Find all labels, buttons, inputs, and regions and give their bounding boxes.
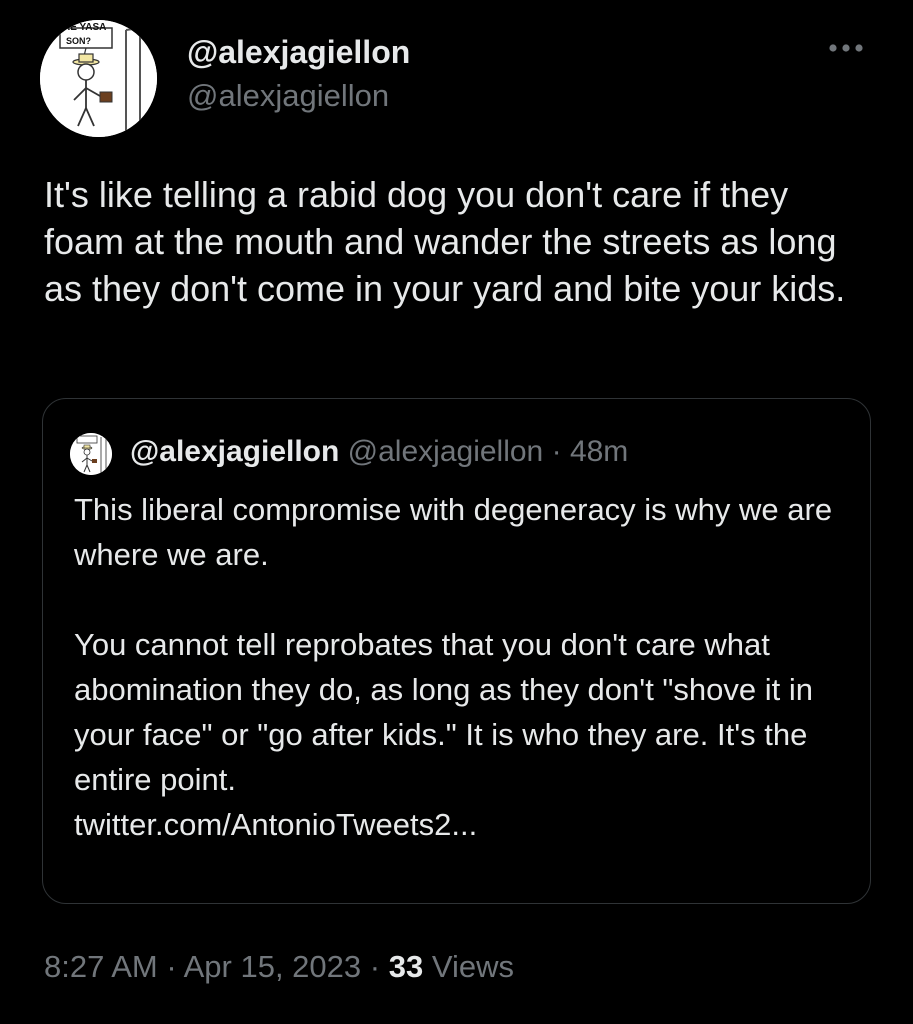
tweet-date[interactable]: Apr 15, 2023 [184,949,362,984]
tweet-time[interactable]: 8:27 AM [44,949,158,984]
quoted-author-display-name[interactable]: @alexjagiellon [130,435,339,468]
views-count: 33 [388,949,424,984]
quoted-paragraph-2: You cannot tell reprobates that you don'… [74,627,814,797]
quoted-avatar-drawing [70,433,112,475]
author-handle[interactable]: @alexjagiellon [187,78,389,114]
avatar-text-top: RE YASA [63,22,106,33]
tweet-footer-meta: 8:27 AM · Apr 15, 2023 · 33 Views [44,949,514,985]
avatar-drawing: RE YASA SON? [40,20,157,137]
quoted-paragraph-1: This liberal compromise with degeneracy … [74,492,833,572]
quoted-tweet-text: This liberal compromise with degeneracy … [74,487,844,847]
quoted-tweet-card[interactable]: @alexjagiellon @alexjagiellon · 48m This… [42,398,871,904]
author-display-name[interactable]: @alexjagiellon [187,34,410,71]
quoted-author-avatar[interactable] [70,433,112,475]
footer-separator-2: · [369,949,381,984]
quoted-tweet-header: @alexjagiellon @alexjagiellon · 48m [130,435,628,469]
author-avatar[interactable]: RE YASA SON? [40,20,157,137]
quoted-link[interactable]: twitter.com/AntonioTweets2... [74,802,844,847]
tweet-text: It's like telling a rabid dog you don't … [44,174,846,309]
views-label: Views [431,949,514,984]
quoted-meta-separator: · [551,435,562,468]
quoted-author-handle[interactable]: @alexjagiellon [348,435,544,468]
footer-separator-1: · [166,949,177,984]
more-horizontal-icon[interactable] [824,38,868,58]
avatar-text-sign: SON? [66,36,91,46]
quoted-tweet-age[interactable]: 48m [570,435,628,468]
